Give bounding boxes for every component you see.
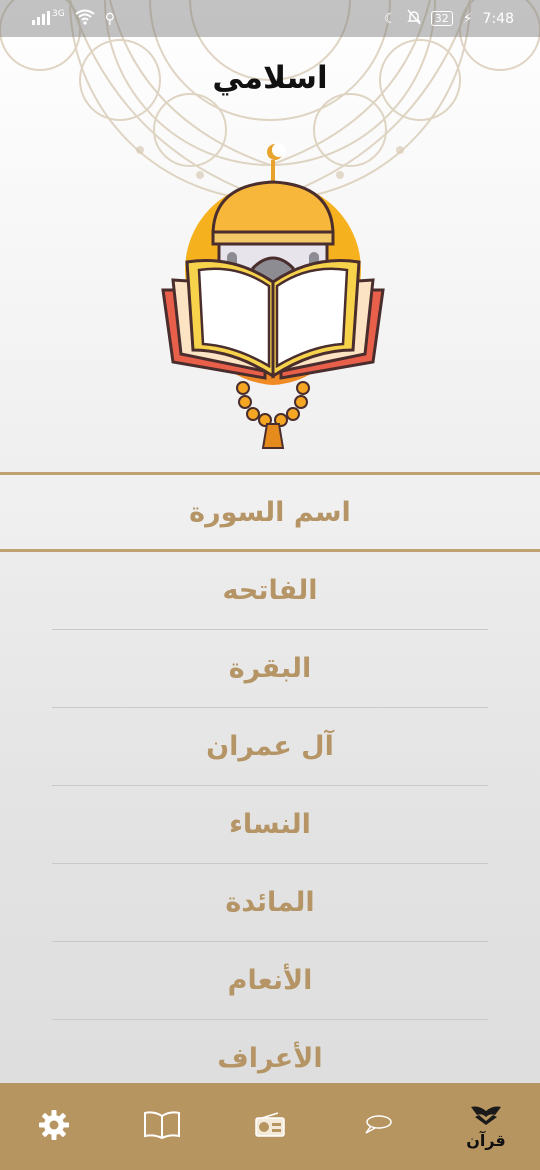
nav-tasbeeh[interactable] [338,1083,418,1170]
charging-icon: ⚡ [462,10,473,27]
battery-level: 32 [430,11,453,26]
surah-list: الفاتحه البقرة آل عمران النساء المائدة ا… [52,552,488,1098]
status-bar: 3G ⚲ ☾ 32 ⚡ 7:48 [0,0,540,37]
signal-icon [30,9,52,29]
moon-icon: ☾ [384,10,397,27]
quran-mosque-logo-icon [161,143,385,449]
usb-icon: ⚲ [104,10,115,27]
surah-item[interactable]: آل عمران [52,708,488,786]
surah-item[interactable]: الفاتحه [52,552,488,630]
nav-quran-label: قرآن [466,1131,506,1150]
bottom-nav: قرآن [0,1083,540,1170]
gear-icon [38,1109,70,1145]
network-type-label: 3G [52,8,65,19]
surah-item[interactable]: الأنعام [52,942,488,1020]
wifi-icon [75,9,95,29]
app-title: اسلامي [212,60,328,96]
status-right: ☾ 32 ⚡ 7:48 [384,9,514,29]
surah-item[interactable]: النساء [52,786,488,864]
nav-hadith[interactable] [122,1083,202,1170]
status-left: 3G ⚲ [30,9,115,29]
nav-radio[interactable] [230,1083,310,1170]
chat-icon [363,1113,393,1141]
surah-item[interactable]: المائدة [52,864,488,942]
mute-notifications-icon [406,9,421,29]
quran-icon [469,1103,503,1129]
nav-settings[interactable] [14,1083,94,1170]
nav-quran[interactable]: قرآن [446,1083,526,1170]
surah-item[interactable]: البقرة [52,630,488,708]
book-icon [142,1110,182,1144]
clock: 7:48 [482,10,514,27]
radio-icon [254,1111,286,1142]
surah-list-header: اسم السورة [0,472,540,552]
